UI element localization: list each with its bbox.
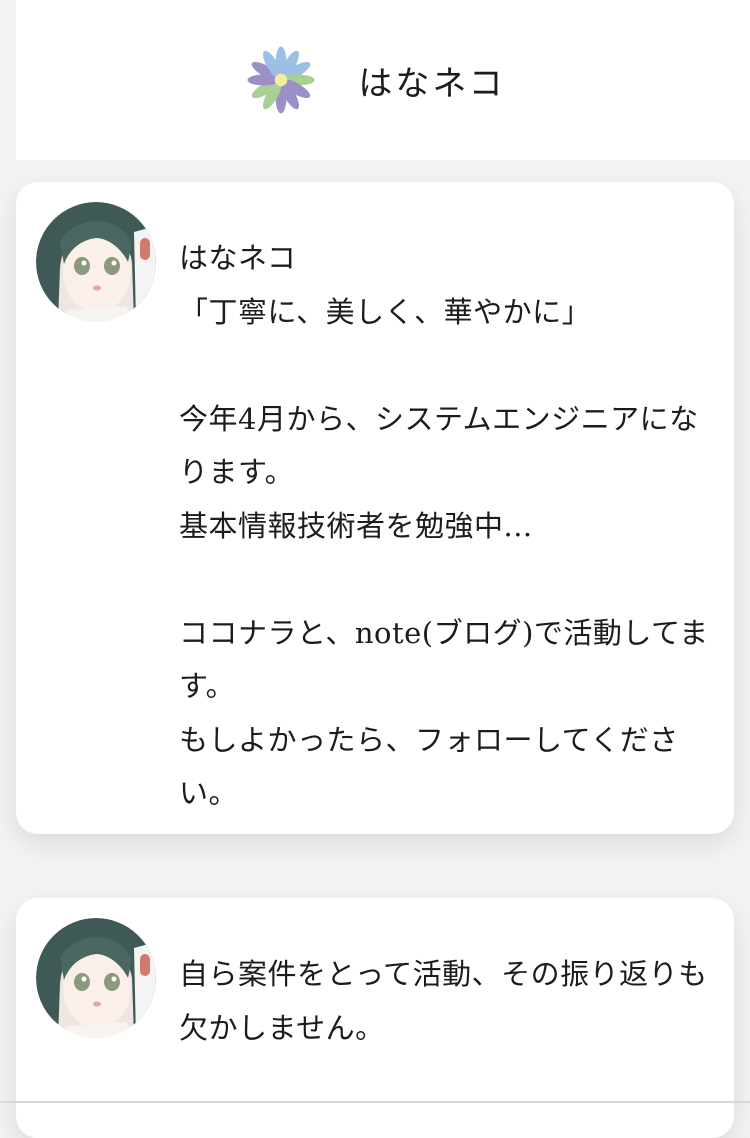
- user-avatar[interactable]: [36, 202, 156, 322]
- user-avatar[interactable]: [36, 918, 156, 1038]
- anime-girl-avatar: [36, 202, 156, 322]
- post-card: はなネコ 「丁寧に、美しく、華やかに」 今年4月から、システムエンジニアになりま…: [16, 182, 734, 834]
- site-header: はなネコ: [16, 0, 750, 160]
- post-text: はなネコ 「丁寧に、美しく、華やかに」 今年4月から、システムエンジニアになりま…: [179, 241, 709, 810]
- flower-logo-icon[interactable]: [242, 41, 320, 119]
- anime-girl-avatar: [36, 918, 156, 1038]
- post-text: 自ら案件をとって活動、その振り返りも欠かしません。: [179, 957, 708, 1045]
- site-title[interactable]: はなネコ: [358, 56, 505, 105]
